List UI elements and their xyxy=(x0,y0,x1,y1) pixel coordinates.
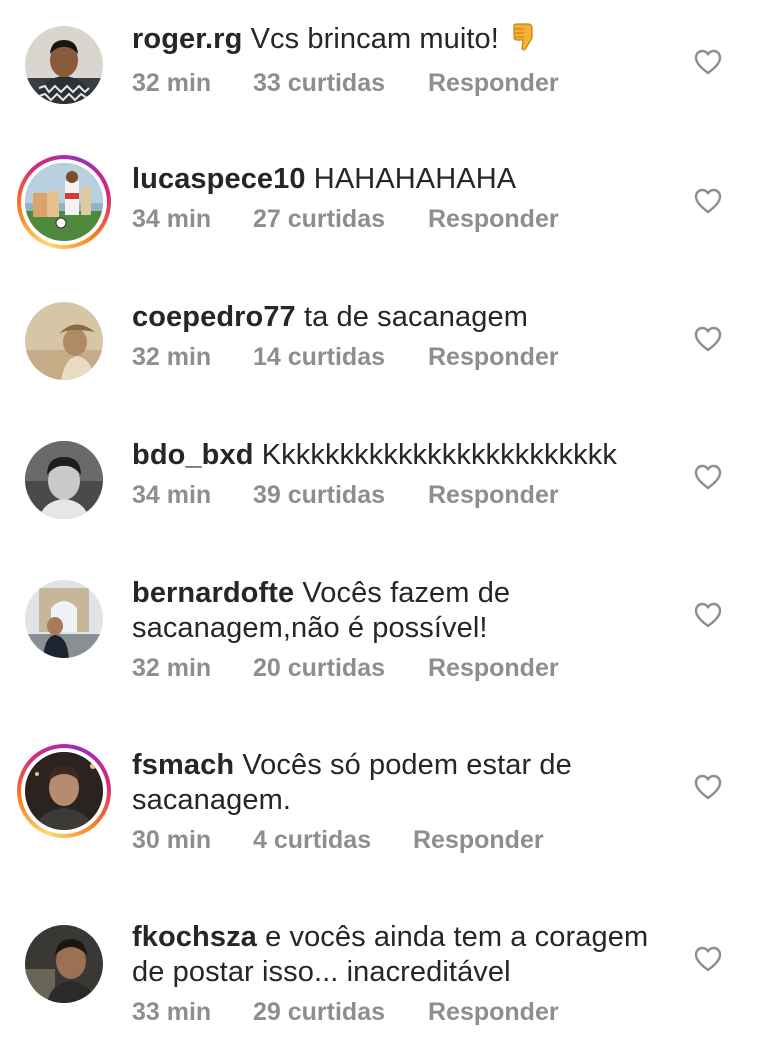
avatar-image xyxy=(25,580,103,658)
avatar[interactable] xyxy=(17,744,111,838)
avatar[interactable] xyxy=(17,155,111,249)
comment-text: lucaspece10 HAHAHAHAHA xyxy=(132,162,672,197)
likes-count[interactable]: 14 curtidas xyxy=(253,343,385,372)
heart-outline-icon[interactable] xyxy=(694,602,722,628)
reply-button[interactable]: Responder xyxy=(428,481,559,510)
heart-outline-icon[interactable] xyxy=(694,946,722,972)
comment-text: fkochsza e vocês ainda tem a coragem xyxy=(132,920,672,955)
comment-text: coepedro77 ta de sacanagem xyxy=(132,300,672,335)
username-link[interactable]: bernardofte xyxy=(132,577,294,609)
comment-meta: 32 min 14 curtidas Responder xyxy=(132,343,672,373)
heart-outline-icon[interactable] xyxy=(694,49,722,75)
comment-meta: 34 min 39 curtidas Responder xyxy=(132,481,672,511)
username-link[interactable]: fsmach xyxy=(132,749,234,781)
avatar[interactable] xyxy=(25,302,103,380)
comment-body: e vocês ainda tem a coragem xyxy=(265,921,649,953)
likes-count[interactable]: 4 curtidas xyxy=(253,826,371,855)
username-link[interactable]: bdo_bxd xyxy=(132,439,254,471)
username-link[interactable]: fkochsza xyxy=(132,921,257,953)
comment-time: 32 min xyxy=(132,343,212,371)
comment-time: 34 min xyxy=(132,481,212,509)
comment-text: bdo_bxd Kkkkkkkkkkkkkkkkkkkkkkkk xyxy=(132,438,672,473)
reply-button[interactable]: Responder xyxy=(413,826,544,855)
username-link[interactable]: roger.rg xyxy=(132,23,242,55)
avatar-image xyxy=(25,163,103,241)
heart-outline-icon[interactable] xyxy=(694,188,722,214)
likes-count[interactable]: 29 curtidas xyxy=(253,998,385,1027)
comment-body: Vocês só podem estar de xyxy=(242,749,572,781)
avatar-image xyxy=(25,752,103,830)
username-link[interactable]: lucaspece10 xyxy=(132,163,306,195)
reply-button[interactable]: Responder xyxy=(428,69,559,98)
comment-text: fsmach Vocês só podem estar de xyxy=(132,748,672,783)
comment-time: 34 min xyxy=(132,205,212,233)
avatar[interactable] xyxy=(25,26,103,104)
comment-meta: 32 min 33 curtidas Responder xyxy=(132,69,672,99)
comment-meta: 33 min 29 curtidas Responder xyxy=(132,998,672,1028)
avatar[interactable] xyxy=(25,580,103,658)
heart-outline-icon[interactable] xyxy=(694,326,722,352)
username-link[interactable]: coepedro77 xyxy=(132,301,296,333)
comment-time: 32 min xyxy=(132,69,212,97)
comment-body: ta de sacanagem xyxy=(303,301,528,333)
avatar[interactable] xyxy=(25,441,103,519)
comment-time: 32 min xyxy=(132,654,212,682)
heart-outline-icon[interactable] xyxy=(694,774,722,800)
reply-button[interactable]: Responder xyxy=(428,205,559,234)
comment-text: bernardofte Vocês fazem de xyxy=(132,576,672,611)
avatar[interactable] xyxy=(25,925,103,1003)
likes-count[interactable]: 39 curtidas xyxy=(253,481,385,510)
avatar-image xyxy=(25,26,103,104)
comment-time: 33 min xyxy=(132,998,212,1026)
comment-text-line2: sacanagem. xyxy=(132,784,291,816)
thumbs-down-icon xyxy=(511,22,537,61)
likes-count[interactable]: 33 curtidas xyxy=(253,69,385,98)
comment-time: 30 min xyxy=(132,826,212,854)
comment-meta: 30 min 4 curtidas Responder xyxy=(132,826,672,856)
avatar-image xyxy=(25,925,103,1003)
comment-meta: 34 min 27 curtidas Responder xyxy=(132,205,672,235)
reply-button[interactable]: Responder xyxy=(428,654,559,683)
likes-count[interactable]: 20 curtidas xyxy=(253,654,385,683)
heart-outline-icon[interactable] xyxy=(694,464,722,490)
comment-meta: 32 min 20 curtidas Responder xyxy=(132,654,672,684)
reply-button[interactable]: Responder xyxy=(428,343,559,372)
comment-body: HAHAHAHAHA xyxy=(313,163,517,195)
comment-body: Vocês fazem de xyxy=(302,577,511,609)
comment-text: roger.rg Vcs brincam muito! xyxy=(132,22,672,61)
comment-text-line2: sacanagem,não é possível! xyxy=(132,612,488,644)
reply-button[interactable]: Responder xyxy=(428,998,559,1027)
avatar-image xyxy=(25,302,103,380)
comment-body: Kkkkkkkkkkkkkkkkkkkkkkkk xyxy=(261,439,617,471)
comment-body: Vcs brincam muito! xyxy=(250,23,499,55)
comment-text-line2: de postar isso... inacreditável xyxy=(132,956,511,988)
likes-count[interactable]: 27 curtidas xyxy=(253,205,385,234)
avatar-image xyxy=(25,441,103,519)
